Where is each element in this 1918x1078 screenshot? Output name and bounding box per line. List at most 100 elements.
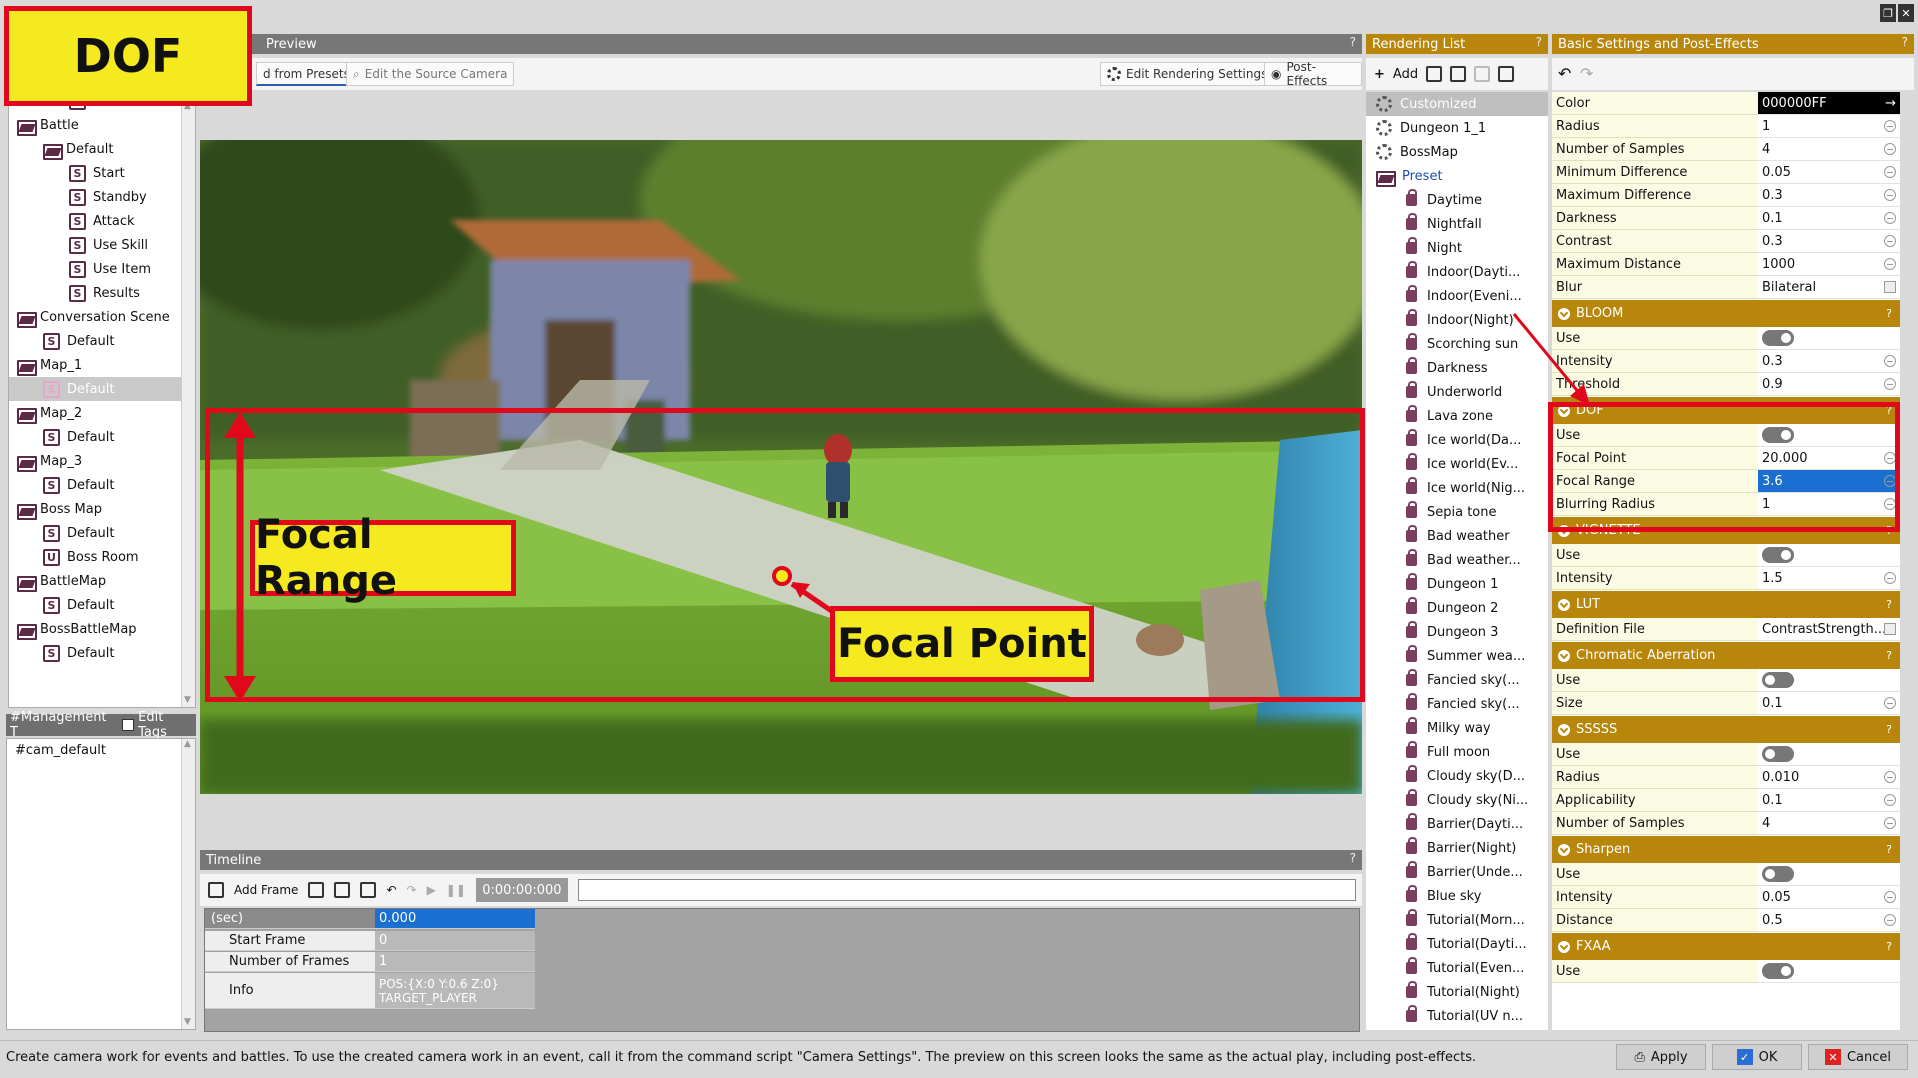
redo-icon[interactable]: ↷ <box>1580 64 1593 83</box>
property-value[interactable]: 0.3 <box>1758 350 1900 373</box>
property-value[interactable]: 4 <box>1758 138 1900 161</box>
section-header[interactable]: Sharpen? <box>1552 835 1900 863</box>
section-header[interactable]: Chromatic Aberration? <box>1552 641 1900 669</box>
delete-icon[interactable] <box>360 882 377 898</box>
property-value[interactable]: 1000 <box>1758 253 1900 276</box>
rendering-list-item[interactable]: Sepia tone <box>1366 500 1548 524</box>
spinner-icon[interactable] <box>1884 771 1896 783</box>
help-icon[interactable]: ? <box>1902 35 1908 49</box>
property-value[interactable] <box>1758 863 1900 886</box>
help-icon[interactable]: ? <box>1886 307 1892 320</box>
tree-item[interactable]: Conversation Scene <box>9 305 195 329</box>
rendering-list-item[interactable]: Dungeon 2 <box>1366 596 1548 620</box>
tree-item[interactable]: Map_1 <box>9 353 195 377</box>
delete-icon[interactable] <box>1498 66 1515 82</box>
rendering-list-item[interactable]: BossMap <box>1366 140 1548 164</box>
rendering-list-item[interactable]: Ice world(Da... <box>1366 428 1548 452</box>
tree-item[interactable]: S Default <box>9 593 195 617</box>
property-value[interactable] <box>1758 544 1900 567</box>
rendering-list-item[interactable]: Milky way <box>1366 716 1548 740</box>
help-icon[interactable]: ? <box>1886 598 1892 611</box>
edit-rendering-settings-button[interactable]: Edit Rendering Settings <box>1100 62 1275 86</box>
section-header[interactable]: LUT? <box>1552 590 1900 618</box>
property-value[interactable]: 0.5 <box>1758 909 1900 932</box>
play-icon[interactable]: ▶ <box>427 883 436 897</box>
tree-item[interactable]: U Boss Room <box>9 545 195 569</box>
help-icon[interactable]: ? <box>1536 35 1542 49</box>
rendering-list-item[interactable]: Dungeon 1 <box>1366 572 1548 596</box>
rendering-list-item[interactable]: Tutorial(Morn... <box>1366 908 1548 932</box>
rendering-list-item[interactable]: Indoor(Dayti... <box>1366 260 1548 284</box>
property-value[interactable]: 0.010 <box>1758 766 1900 789</box>
add-frame-button[interactable]: Add Frame <box>234 883 298 897</box>
paste-icon[interactable] <box>334 882 351 898</box>
spinner-icon[interactable] <box>1884 120 1896 132</box>
rendering-list-item[interactable]: Ice world(Nig... <box>1366 476 1548 500</box>
pause-icon[interactable]: ❚❚ <box>446 883 466 897</box>
arrow-right-icon[interactable]: → <box>1885 96 1896 111</box>
tree-item[interactable]: S Default <box>9 425 195 449</box>
help-icon[interactable]: ? <box>1350 851 1356 865</box>
add-icon[interactable]: + <box>1374 67 1385 82</box>
copy-icon[interactable] <box>308 882 325 898</box>
property-value[interactable]: 0.3 <box>1758 184 1900 207</box>
spinner-icon[interactable] <box>1884 914 1896 926</box>
tree-item[interactable]: S Use Skill <box>9 233 195 257</box>
toggle-switch[interactable] <box>1762 963 1794 979</box>
spinner-icon[interactable] <box>1884 891 1896 903</box>
rendering-list-item[interactable]: Night <box>1366 236 1548 260</box>
property-value[interactable]: 4 <box>1758 812 1900 835</box>
property-value[interactable]: Bilateral <box>1758 276 1900 299</box>
tree-item[interactable]: BossBattleMap <box>9 617 195 641</box>
undo-icon[interactable]: ↶ <box>1558 64 1571 83</box>
spinner-icon[interactable] <box>1884 794 1896 806</box>
spinner-icon[interactable] <box>1884 212 1896 224</box>
undo-icon[interactable]: ↶ <box>386 883 396 897</box>
spinner-icon[interactable] <box>1884 258 1896 270</box>
tag-item[interactable]: #cam_default <box>15 743 187 758</box>
tree-item[interactable]: Map_2 <box>9 401 195 425</box>
tree-item[interactable]: S Default <box>9 473 195 497</box>
rendering-list-item[interactable]: Nightfall <box>1366 212 1548 236</box>
tree-item[interactable]: S Default <box>9 329 195 353</box>
new-folder-icon[interactable] <box>1426 66 1443 82</box>
help-icon[interactable]: ? <box>1886 940 1892 953</box>
property-value[interactable]: 0.3 <box>1758 230 1900 253</box>
property-value[interactable]: ContrastStrength... <box>1758 618 1900 641</box>
edit-tags-checkbox[interactable] <box>122 719 135 731</box>
property-value[interactable]: 0.05 <box>1758 886 1900 909</box>
property-value[interactable]: 000000FF → <box>1758 92 1900 115</box>
rendering-list-item[interactable]: Dungeon 1_1 <box>1366 116 1548 140</box>
property-value[interactable]: 1.5 <box>1758 567 1900 590</box>
tree-item[interactable]: Boss Map <box>9 497 195 521</box>
add-button[interactable]: Add <box>1393 67 1418 82</box>
edit-source-camera-button[interactable]: ⌕ Edit the Source Camera <box>346 62 515 86</box>
toggle-switch[interactable] <box>1762 746 1794 762</box>
timeline-track[interactable] <box>577 879 1356 901</box>
restore-icon[interactable]: ❐ <box>1880 4 1896 22</box>
rendering-list-item[interactable]: Tutorial(Dayti... <box>1366 932 1548 956</box>
property-value[interactable] <box>1758 743 1900 766</box>
tree-item[interactable]: S Use Item <box>9 257 195 281</box>
property-value[interactable]: 0.05 <box>1758 161 1900 184</box>
tree-item[interactable]: S Results <box>9 281 195 305</box>
rendering-list-item[interactable]: Full moon <box>1366 740 1548 764</box>
rendering-list-item[interactable]: Daytime <box>1366 188 1548 212</box>
toggle-switch[interactable] <box>1762 672 1794 688</box>
property-value[interactable]: 0.1 <box>1758 789 1900 812</box>
spinner-icon[interactable] <box>1884 697 1896 709</box>
toggle-switch[interactable] <box>1762 866 1794 882</box>
tree-item[interactable]: S Attack <box>9 209 195 233</box>
tree-item[interactable]: Map_3 <box>9 449 195 473</box>
property-value[interactable]: 0.1 <box>1758 692 1900 715</box>
tree-item[interactable]: S Default <box>9 377 195 401</box>
tag-list-scrollbar[interactable] <box>181 739 195 1029</box>
help-icon[interactable]: ? <box>1886 649 1892 662</box>
tree-scrollbar[interactable] <box>181 101 195 707</box>
rendering-list-item[interactable]: Preset <box>1366 164 1548 188</box>
help-icon[interactable]: ? <box>1350 35 1356 49</box>
tree-item[interactable]: Default <box>9 137 195 161</box>
rendering-list-item[interactable]: Blue sky <box>1366 884 1548 908</box>
tree-item[interactable]: Battle <box>9 113 195 137</box>
section-header[interactable]: BLOOM? <box>1552 299 1900 327</box>
